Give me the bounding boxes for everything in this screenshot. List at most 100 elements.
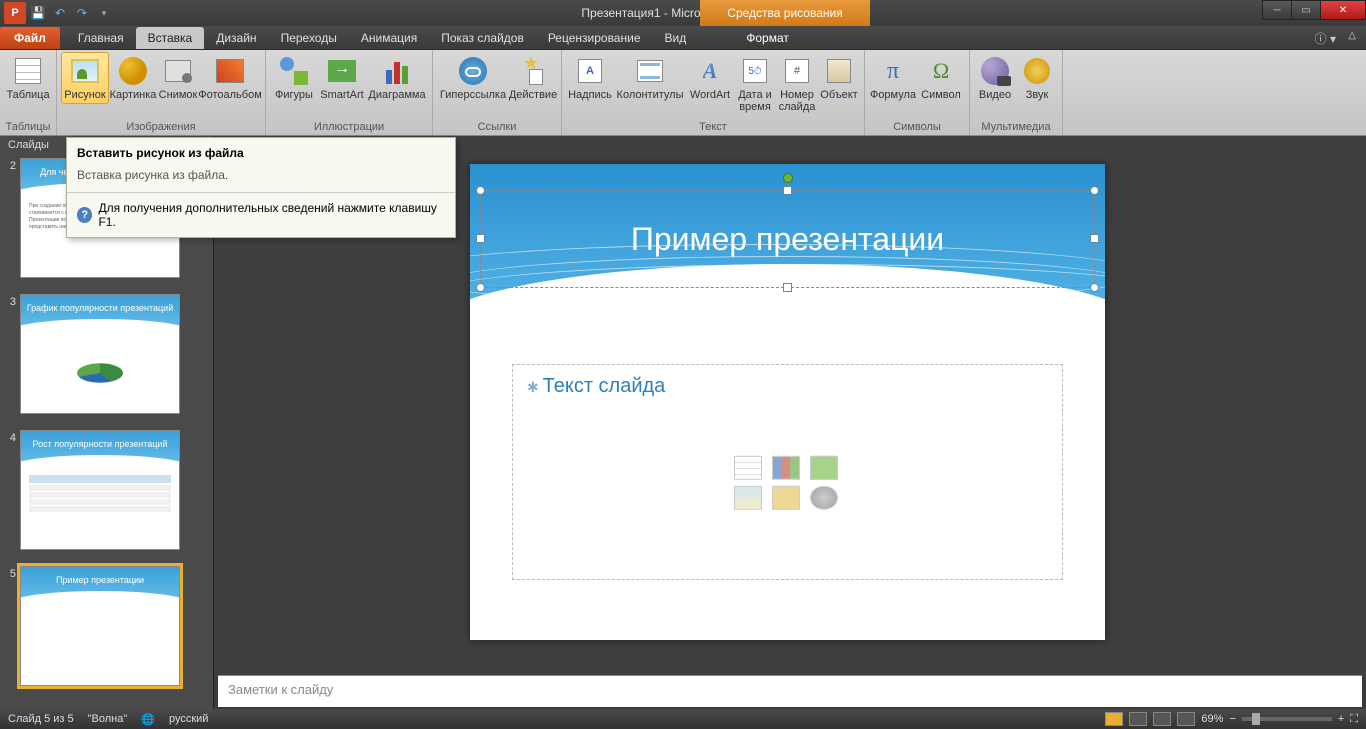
headerfooter-button[interactable]: Колонтитулы [614, 52, 686, 104]
content-placeholder-icons [734, 456, 842, 510]
notes-pane[interactable]: Заметки к слайду [218, 675, 1362, 707]
object-label: Объект [820, 89, 857, 101]
sorter-view-button[interactable] [1129, 712, 1147, 726]
group-illustrations: Фигуры SmartArt Диаграмма Иллюстрации [266, 50, 433, 135]
tab-insert[interactable]: Вставка [136, 27, 205, 49]
datetime-icon: 5⏱ [739, 55, 771, 87]
tab-transitions[interactable]: Переходы [269, 27, 349, 49]
thumbnail-row[interactable]: 4 Рост популярности презентаций [6, 430, 213, 550]
insert-table-icon[interactable] [734, 456, 762, 480]
resize-handle[interactable] [1090, 283, 1099, 292]
zoom-out-icon[interactable]: − [1229, 713, 1235, 725]
action-button[interactable]: Действие [509, 52, 557, 104]
equation-button[interactable]: πФормула [869, 52, 917, 104]
language-icon[interactable]: 🌐 [141, 713, 155, 726]
normal-view-button[interactable] [1105, 712, 1123, 726]
video-icon [979, 55, 1011, 87]
slide-thumbnail[interactable]: График популярности презентаций [20, 294, 180, 414]
headerfooter-label: Колонтитулы [617, 89, 684, 101]
photoalbum-button[interactable]: Фотоальбом [199, 52, 261, 104]
close-button[interactable]: ✕ [1320, 0, 1366, 20]
textbox-button[interactable]: AНадпись [566, 52, 614, 104]
table-button[interactable]: Таблица [4, 52, 52, 104]
save-icon[interactable]: 💾 [28, 3, 48, 23]
tab-file[interactable]: Файл [0, 27, 60, 49]
fit-slide-icon[interactable]: ⛶ [1350, 713, 1358, 726]
tooltip-footer-text: Для получения дополнительных сведений на… [98, 201, 445, 229]
tab-home[interactable]: Главная [66, 27, 136, 49]
symbol-icon: Ω [925, 55, 957, 87]
zoom-slider[interactable] [1242, 717, 1332, 721]
minimize-button[interactable]: ─ [1262, 0, 1292, 20]
resize-handle[interactable] [1090, 234, 1099, 243]
slide-thumbnail[interactable]: Рост популярности презентаций [20, 430, 180, 550]
rotation-handle-icon[interactable] [783, 173, 793, 183]
group-media: Видео Звук Мультимедиа [970, 50, 1063, 135]
chart-button[interactable]: Диаграмма [366, 52, 428, 104]
resize-handle[interactable] [783, 186, 792, 195]
thumbnail-row[interactable]: 3 График популярности презентаций [6, 294, 213, 414]
slideshow-view-button[interactable] [1177, 712, 1195, 726]
tooltip-body: Вставка рисунка из файла. [67, 164, 455, 192]
screenshot-button[interactable]: Снимок [157, 52, 199, 104]
status-language[interactable]: русский [169, 713, 208, 725]
picture-button[interactable]: Рисунок [61, 52, 109, 104]
slidenum-button[interactable]: #Номер слайда [776, 52, 818, 116]
tab-format[interactable]: Формат [734, 27, 801, 49]
resize-handle[interactable] [783, 283, 792, 292]
clipart-button[interactable]: Картинка [109, 52, 157, 104]
group-links-label: Ссылки [437, 119, 557, 135]
qat-customize-icon[interactable]: ▾ [94, 3, 114, 23]
thumbnail-row[interactable]: 5 Пример презентации [6, 566, 213, 686]
thumb-number: 2 [6, 158, 16, 172]
object-button[interactable]: Объект [818, 52, 860, 104]
group-images: Рисунок Картинка Снимок Фотоальбом Изобр… [57, 50, 266, 135]
smartart-button[interactable]: SmartArt [318, 52, 366, 104]
slide-canvas[interactable]: Пример презентации Текст слайда [470, 164, 1105, 640]
title-bar: P 💾 ↶ ↷ ▾ Презентация1 - Microsoft Power… [0, 0, 1366, 26]
tab-animations[interactable]: Анимация [349, 27, 429, 49]
chart-label: Диаграмма [368, 89, 425, 101]
insert-media-icon[interactable] [810, 486, 838, 510]
insert-chart-icon[interactable] [772, 456, 800, 480]
shapes-button[interactable]: Фигуры [270, 52, 318, 104]
video-button[interactable]: Видео [974, 52, 1016, 104]
content-placeholder-text[interactable]: Текст слайда [527, 375, 1048, 398]
zoom-in-icon[interactable]: + [1338, 713, 1344, 725]
app-logo-icon[interactable]: P [4, 2, 26, 24]
tab-view[interactable]: Вид [653, 27, 699, 49]
slide-title-text[interactable]: Пример презентации [631, 221, 944, 258]
screenshot-label: Снимок [159, 89, 198, 101]
hyperlink-button[interactable]: Гиперссылка [437, 52, 509, 104]
tab-design[interactable]: Дизайн [204, 27, 268, 49]
slide-content-placeholder[interactable]: Текст слайда [512, 364, 1063, 580]
contextual-tab-header: Средства рисования [700, 0, 870, 26]
datetime-label: Дата и время [737, 89, 773, 113]
insert-smartart-icon[interactable] [810, 456, 838, 480]
resize-handle[interactable] [476, 283, 485, 292]
status-zoom[interactable]: 69% [1201, 713, 1223, 725]
wordart-button[interactable]: AWordArt [686, 52, 734, 104]
ribbon-collapse-icon[interactable]: △ [1348, 30, 1356, 41]
reading-view-button[interactable] [1153, 712, 1171, 726]
redo-icon[interactable]: ↷ [72, 3, 92, 23]
resize-handle[interactable] [476, 186, 485, 195]
slide-title-placeholder[interactable]: Пример презентации [480, 190, 1095, 288]
datetime-button[interactable]: 5⏱Дата и время [734, 52, 776, 116]
insert-picture-icon[interactable] [734, 486, 762, 510]
chart-icon [381, 55, 413, 87]
symbol-button[interactable]: ΩСимвол [917, 52, 965, 104]
resize-handle[interactable] [1090, 186, 1099, 195]
audio-button[interactable]: Звук [1016, 52, 1058, 104]
resize-handle[interactable] [476, 234, 485, 243]
maximize-button[interactable]: ▭ [1291, 0, 1321, 20]
undo-icon[interactable]: ↶ [50, 3, 70, 23]
insert-clipart-icon[interactable] [772, 486, 800, 510]
audio-label: Звук [1026, 89, 1049, 101]
slide-thumbnail-selected[interactable]: Пример презентации [20, 566, 180, 686]
tab-review[interactable]: Рецензирование [536, 27, 653, 49]
help-icon[interactable]: ⓘ ▾ [1315, 30, 1336, 47]
textbox-label: Надпись [568, 89, 612, 101]
tab-slideshow[interactable]: Показ слайдов [429, 27, 536, 49]
status-slide-info: Слайд 5 из 5 [8, 713, 74, 725]
